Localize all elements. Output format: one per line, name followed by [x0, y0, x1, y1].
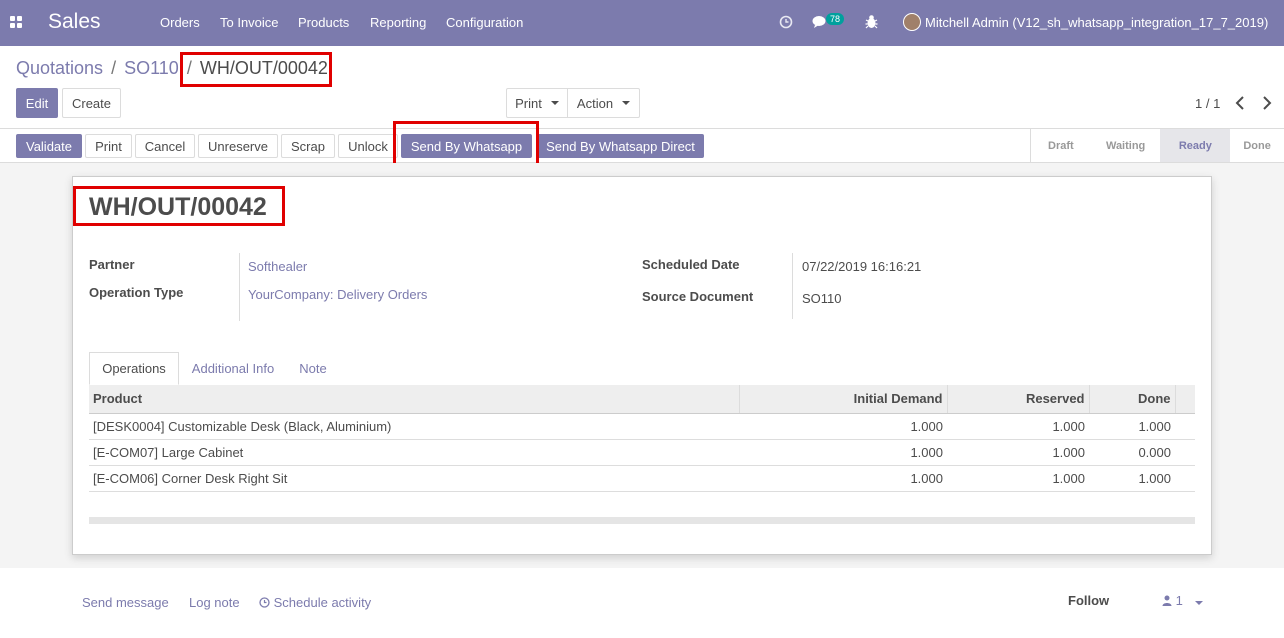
apps-grid-icon[interactable] — [10, 16, 23, 29]
stage-done: Done — [1243, 139, 1271, 152]
field-divider — [239, 253, 240, 321]
header-reserved[interactable]: Reserved — [947, 385, 1090, 414]
pager-value: 1 / 1 — [1195, 96, 1221, 111]
header-initial-demand[interactable]: Initial Demand — [739, 385, 948, 414]
menu-orders[interactable]: Orders — [160, 15, 200, 30]
print-dropdown-button[interactable]: Print — [506, 88, 568, 118]
stage-waiting: Waiting — [1105, 139, 1146, 152]
print-button[interactable]: Print — [85, 134, 132, 158]
tab-operations[interactable]: Operations — [89, 352, 179, 385]
menu-reporting[interactable]: Reporting — [370, 15, 426, 30]
app-name: Sales — [48, 10, 101, 33]
cell-done: 0.000 — [1089, 439, 1175, 466]
caret-down-icon — [550, 101, 559, 105]
table-row[interactable]: [E-COM07] Large Cabinet 1.000 1.000 0.00… — [89, 439, 1195, 466]
cell-reserved: 1.000 — [947, 439, 1089, 466]
top-navbar: Sales Orders To Invoice Products Reporti… — [0, 0, 1284, 46]
cell-done: 1.000 — [1089, 465, 1175, 492]
cell-done: 1.000 — [1089, 413, 1175, 440]
operation-type-label: Operation Type — [89, 285, 184, 300]
pager-next-icon[interactable] — [1262, 96, 1272, 110]
send-message-link[interactable]: Send message — [82, 595, 169, 610]
followers-count: 1 — [1175, 593, 1183, 608]
scheduled-date-value: 07/22/2019 16:16:21 — [802, 259, 922, 274]
partner-value[interactable]: Softhealer — [248, 259, 307, 274]
user-avatar[interactable] — [903, 13, 921, 31]
table-footer — [89, 517, 1195, 524]
cell-initial-demand: 1.000 — [739, 465, 947, 492]
print-dropdown-label: Print — [515, 95, 542, 111]
log-note-link[interactable]: Log note — [189, 595, 240, 610]
stage-ready: Ready — [1160, 129, 1231, 162]
cell-spacer — [1175, 465, 1195, 492]
table-row[interactable]: [DESK0004] Customizable Desk (Black, Alu… — [89, 413, 1195, 440]
menu-to-invoice[interactable]: To Invoice — [220, 15, 279, 30]
menu-products[interactable]: Products — [298, 15, 349, 30]
cancel-button[interactable]: Cancel — [135, 134, 195, 158]
stage-pipeline: Draft Waiting Ready Done — [1030, 129, 1284, 162]
unreserve-button[interactable]: Unreserve — [198, 134, 278, 158]
header-product[interactable]: Product — [89, 385, 740, 414]
clock-icon — [259, 597, 270, 608]
tab-additional-info[interactable]: Additional Info — [183, 352, 283, 385]
breadcrumb-so110[interactable]: SO110 — [124, 58, 179, 78]
schedule-activity-link[interactable]: Schedule activity — [259, 595, 371, 610]
action-dropdown-label: Action — [576, 95, 614, 111]
stage-draft: Draft — [1048, 139, 1074, 152]
user-menu[interactable]: Mitchell Admin (V12_sh_whatsapp_integrat… — [925, 15, 1268, 30]
scheduled-date-label: Scheduled Date — [642, 257, 740, 272]
highlight-box-breadcrumb — [180, 52, 332, 87]
pager-previous-icon[interactable] — [1235, 96, 1245, 110]
cell-reserved: 1.000 — [947, 465, 1089, 492]
header-spacer — [1175, 385, 1195, 414]
messages-count-badge: 78 — [826, 13, 845, 25]
send-by-whatsapp-direct-button[interactable]: Send By Whatsapp Direct — [537, 134, 704, 158]
cell-initial-demand: 1.000 — [739, 439, 947, 466]
partner-label: Partner — [89, 257, 135, 272]
menu-configuration[interactable]: Configuration — [446, 15, 523, 30]
table-row[interactable]: [E-COM06] Corner Desk Right Sit 1.000 1.… — [89, 465, 1195, 492]
clock-icon[interactable] — [779, 15, 793, 29]
unlock-button[interactable]: Unlock — [338, 134, 398, 158]
cell-spacer — [1175, 439, 1195, 466]
caret-down-icon — [1195, 601, 1204, 605]
user-icon — [1162, 595, 1172, 606]
follow-button[interactable]: Follow — [1068, 593, 1109, 608]
table-header-row: Product Initial Demand Reserved Done — [89, 385, 1195, 414]
cell-product: [E-COM06] Corner Desk Right Sit — [89, 465, 739, 492]
breadcrumb-quotations[interactable]: Quotations — [16, 58, 103, 78]
source-document-value: SO110 — [802, 291, 842, 306]
action-dropdown-button[interactable]: Action — [567, 88, 640, 118]
operations-table: Product Initial Demand Reserved Done [DE… — [89, 385, 1195, 492]
cell-product: [E-COM07] Large Cabinet — [89, 439, 739, 466]
operation-type-value[interactable]: YourCompany: Delivery Orders — [248, 287, 427, 302]
header-done[interactable]: Done — [1089, 385, 1176, 414]
source-document-label: Source Document — [642, 289, 754, 304]
highlight-box-title — [73, 186, 285, 226]
highlight-box-whatsapp — [393, 121, 539, 169]
tab-note[interactable]: Note — [287, 352, 339, 385]
caret-down-icon — [622, 101, 631, 105]
schedule-activity-label: Schedule activity — [273, 595, 372, 610]
followers-dropdown[interactable]: 1 — [1162, 593, 1204, 608]
scrap-button[interactable]: Scrap — [281, 134, 335, 158]
bug-icon[interactable] — [865, 14, 878, 29]
create-button[interactable]: Create — [62, 88, 121, 118]
validate-button[interactable]: Validate — [16, 134, 82, 158]
cell-reserved: 1.000 — [947, 413, 1089, 440]
edit-button[interactable]: Edit — [16, 88, 58, 118]
cell-product: [DESK0004] Customizable Desk (Black, Alu… — [89, 413, 739, 440]
breadcrumb-separator: / — [111, 58, 117, 78]
cell-initial-demand: 1.000 — [739, 413, 947, 440]
field-divider — [792, 253, 793, 319]
cell-spacer — [1175, 413, 1195, 440]
